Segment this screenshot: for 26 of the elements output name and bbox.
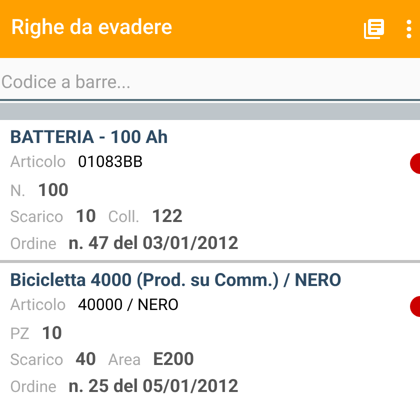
app-title: Righe da evadere [11, 15, 174, 42]
field-value: n. 47 del 03/01/2012 [68, 232, 238, 256]
barcode-field[interactable]: Codice a barre... [0, 58, 420, 103]
list-icon[interactable] [362, 17, 386, 41]
field-value: E200 [152, 348, 194, 372]
field-value: 100 [38, 178, 69, 202]
field-label: Scarico [10, 349, 64, 371]
field-label: Articolo [10, 151, 66, 173]
more-menu-icon[interactable] [406, 19, 412, 39]
field-value: 122 [152, 205, 183, 229]
field-label: Ordine [10, 232, 57, 254]
field-label: PZ [10, 322, 30, 344]
field-value: n. 25 del 05/01/2012 [68, 374, 238, 398]
field-label: Area [108, 349, 141, 371]
field-label: N. [10, 180, 26, 202]
field-value: 40000 / NERO [78, 294, 179, 316]
field-label: Coll. [108, 206, 140, 228]
field-label: Articolo [10, 294, 66, 316]
field-value: 10 [75, 205, 96, 229]
field-value: 40 [75, 348, 96, 372]
item-title: BATTERIA - 100 Ah [10, 126, 169, 150]
field-value: 01083BB [78, 151, 143, 173]
field-label: Ordine [10, 376, 57, 398]
field-label: Scarico [10, 206, 64, 228]
field-value: 10 [41, 322, 62, 346]
item-title: Bicicletta 4000 (Prod. su Comm.) / NERO [10, 269, 342, 293]
